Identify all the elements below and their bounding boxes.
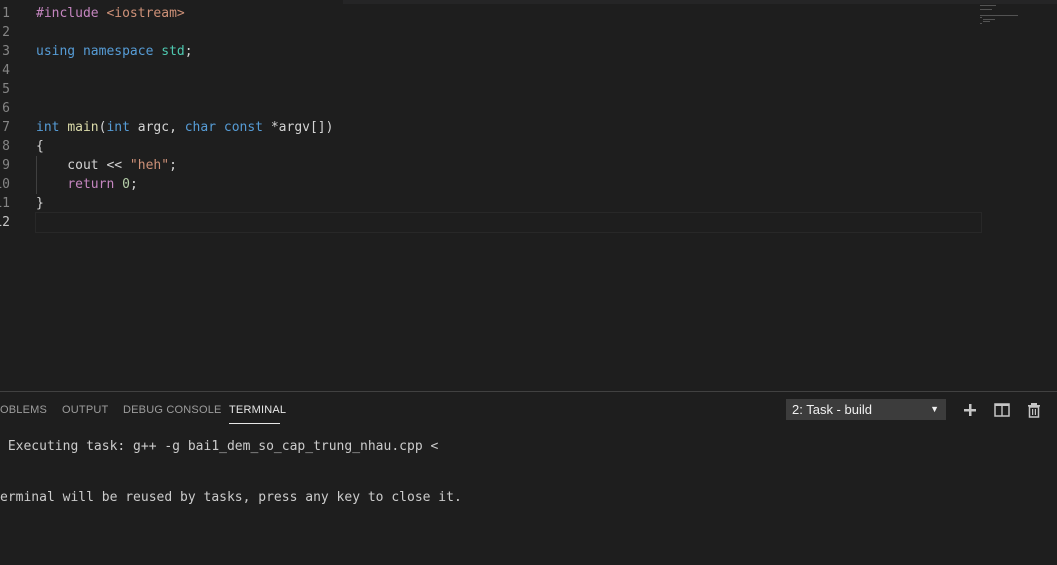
line-number-active: 12 (0, 215, 10, 230)
kill-terminal-button[interactable] (1025, 401, 1043, 419)
terminal-line: Executing task: g++ -g bai1_dem_so_cap_t… (0, 439, 439, 454)
token-directive: #include (36, 6, 99, 21)
token-type: char (184, 120, 217, 135)
token-brace: } (36, 196, 44, 211)
token-statement: cout << (36, 158, 130, 173)
tab-problems[interactable]: OBLEMS (0, 404, 47, 416)
plus-icon (964, 404, 976, 416)
code-area[interactable]: #include <iostream> using namespace std;… (35, 4, 982, 233)
active-tab-indicator (229, 423, 280, 424)
split-pane-icon (994, 403, 1010, 417)
token-namespace: std (161, 44, 185, 59)
code-line-current[interactable] (35, 212, 982, 233)
tab-output[interactable]: OUTPUT (62, 404, 108, 416)
chevron-down-icon: ▼ (930, 404, 939, 414)
indent-guide (36, 156, 37, 175)
code-line: int main(int argc, char const *argv[]) (36, 118, 981, 137)
line-number: 9 (2, 158, 10, 173)
panel-tabs: OBLEMS OUTPUT DEBUG CONSOLE TERMINAL (0, 392, 760, 428)
line-number: 1 (2, 6, 10, 21)
token-brace: { (36, 139, 44, 154)
tab-debug-console[interactable]: DEBUG CONSOLE (123, 404, 222, 416)
line-number: 4 (2, 63, 10, 78)
line-number: 8 (2, 139, 10, 154)
code-line: { (36, 137, 981, 156)
terminal-select[interactable]: 2: Task - build ▼ (786, 399, 946, 420)
code-line: return 0; (36, 175, 981, 194)
line-number: 5 (2, 82, 10, 97)
tab-terminal[interactable]: TERMINAL (229, 404, 286, 416)
token-keyword: const (223, 120, 264, 135)
token-function: main (67, 120, 99, 135)
code-line: using namespace std; (36, 42, 981, 61)
indent-guide (36, 175, 37, 194)
token-param: argc, (129, 120, 185, 135)
token-punct: ; (184, 44, 193, 59)
token-punct: ; (169, 158, 177, 173)
line-number: 3 (2, 44, 10, 59)
terminal-line: erminal will be reused by tasks, press a… (0, 490, 462, 505)
token-string: "heh" (129, 158, 170, 173)
terminal-select-value: 2: Task - build (792, 402, 872, 417)
code-line: cout << "heh"; (36, 156, 981, 175)
token-punct: ; (129, 177, 138, 192)
line-number: 11 (0, 196, 10, 211)
code-editor[interactable]: 1 2 3 4 5 6 7 8 9 10 11 12 #include <ios… (0, 4, 1057, 390)
token-param: *argv[]) (263, 120, 334, 135)
split-terminal-button[interactable] (993, 401, 1011, 419)
token-type: int (36, 120, 60, 135)
line-number-gutter: 1 2 3 4 5 6 7 8 9 10 11 12 (0, 4, 30, 232)
line-number: 6 (2, 101, 10, 116)
token-header: <iostream> (98, 6, 185, 21)
token-keyword: namespace (82, 44, 154, 59)
code-line: #include <iostream> (36, 4, 981, 23)
line-number: 7 (2, 120, 10, 135)
trash-icon (1028, 403, 1040, 418)
minimap[interactable] (980, 4, 1022, 44)
add-terminal-button[interactable] (961, 401, 979, 419)
line-number: 2 (2, 25, 10, 40)
token-keyword: return (67, 177, 115, 192)
token-number: 0 (122, 177, 130, 192)
code-line: } (36, 194, 981, 213)
line-number: 10 (0, 177, 10, 192)
token-type: int (106, 120, 130, 135)
token-keyword: using (36, 44, 76, 59)
